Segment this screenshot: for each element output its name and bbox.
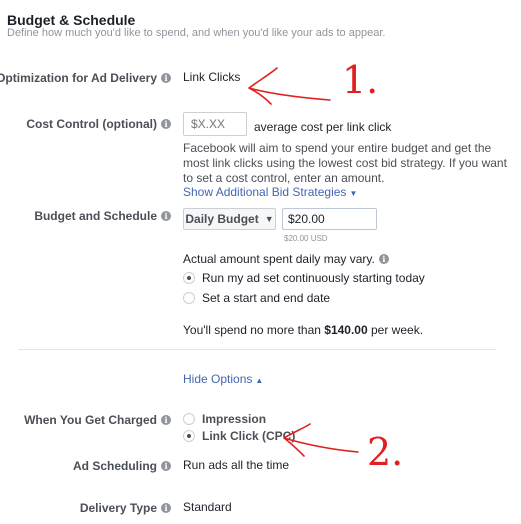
info-icon[interactable]: i (161, 461, 171, 471)
daily-budget-dropdown[interactable]: Daily Budget ▼ (183, 208, 276, 230)
budget-amount-note: $20.00 USD (284, 234, 328, 243)
budget-amount-input[interactable] (282, 208, 377, 230)
schedule-option-continuous[interactable]: Run my ad set continuously starting toda… (183, 271, 425, 285)
hide-options-link[interactable]: Hide Options ▲ (183, 372, 263, 386)
charged-label: When You Get Charged i (24, 413, 171, 427)
actual-spend-note-text: Actual amount spent daily may vary. (183, 252, 375, 266)
cost-control-description: Facebook will aim to spend your entire b… (183, 141, 507, 185)
info-icon[interactable]: i (161, 211, 171, 221)
ad-scheduling-label: Ad Scheduling i (73, 459, 171, 473)
delivery-type-value: Standard (183, 500, 232, 514)
section-subtitle: Define how much you'd like to spend, and… (7, 27, 386, 39)
radio-selected-icon[interactable] (183, 430, 195, 442)
cost-control-suffix: average cost per link click (254, 120, 392, 134)
charged-label-text: When You Get Charged (24, 413, 157, 427)
info-icon[interactable]: i (161, 73, 171, 83)
charge-option-label: Impression (202, 412, 267, 426)
schedule-option-label: Run my ad set continuously starting toda… (202, 271, 425, 285)
info-icon[interactable]: i (161, 415, 171, 425)
show-bid-strategies-text: Show Additional Bid Strategies (183, 185, 347, 199)
delivery-type-label-text: Delivery Type (79, 501, 157, 515)
ad-scheduling-label-text: Ad Scheduling (73, 459, 157, 473)
actual-spend-note: Actual amount spent daily may vary. i (183, 252, 389, 266)
annotation-number-2: 2. (367, 430, 404, 474)
annotation-arrow-2 (283, 423, 359, 457)
cost-control-input[interactable] (183, 112, 247, 136)
info-icon[interactable]: i (161, 119, 171, 129)
cost-control-label-text: Cost Control (optional) (26, 117, 157, 131)
radio-unselected-icon[interactable] (183, 292, 195, 304)
info-icon[interactable]: i (161, 503, 171, 513)
budget-schedule-label: Budget and Schedule i (34, 209, 171, 223)
section-title: Budget & Schedule (7, 12, 136, 28)
annotation-number-1: 1. (342, 58, 379, 102)
info-icon[interactable]: i (378, 254, 389, 264)
radio-unselected-icon[interactable] (183, 413, 195, 425)
show-bid-strategies-link[interactable]: Show Additional Bid Strategies ▼ (183, 185, 357, 199)
optimization-label-text: Optimization for Ad Delivery (0, 71, 157, 85)
budget-schedule-label-text: Budget and Schedule (34, 209, 157, 223)
weekly-spend-amount: $140.00 (324, 323, 368, 337)
daily-budget-dropdown-label: Daily Budget (185, 212, 259, 226)
caret-down-icon: ▼ (264, 214, 274, 224)
caret-down-icon: ▼ (349, 189, 358, 198)
cost-control-label: Cost Control (optional) i (26, 117, 171, 131)
hide-options-text: Hide Options (183, 372, 253, 386)
weekly-spend-suffix: per week. (367, 323, 424, 337)
delivery-type-label: Delivery Type i (80, 501, 171, 515)
charge-option-impression[interactable]: Impression (183, 412, 266, 426)
charge-option-label: Link Click (CPC) (202, 429, 296, 443)
section-divider (18, 349, 496, 350)
schedule-option-dates[interactable]: Set a start and end date (183, 291, 330, 305)
weekly-spend-text: You'll spend no more than $140.00 per we… (183, 323, 423, 337)
charge-option-link-click[interactable]: Link Click (CPC) (183, 429, 295, 443)
ad-scheduling-value: Run ads all the time (183, 458, 290, 472)
weekly-spend-prefix: You'll spend no more than (183, 323, 325, 337)
optimization-label: Optimization for Ad Delivery i (0, 71, 171, 85)
annotation-arrow-1 (248, 67, 331, 105)
caret-up-icon: ▲ (255, 376, 264, 385)
radio-selected-icon[interactable] (183, 272, 195, 284)
optimization-value: Link Clicks (183, 70, 241, 84)
schedule-option-label: Set a start and end date (202, 291, 331, 305)
